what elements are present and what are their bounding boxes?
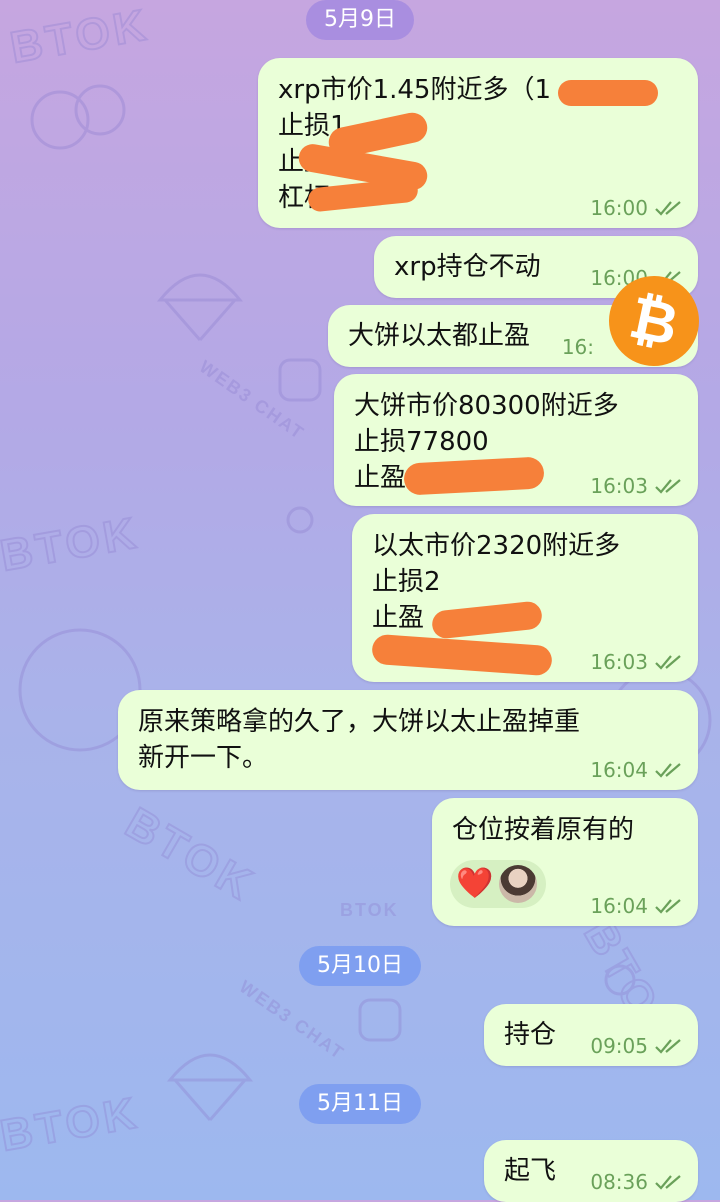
message-bubble[interactable]: 持仓 09:05 [484,1004,698,1066]
double-check-icon [655,655,681,670]
message-text-line: 仓位按着原有的 [452,815,635,845]
message-bubble[interactable]: 仓位按着原有的 ❤️ 16:04 [432,798,698,926]
date-separator: 5月11日 [299,1084,421,1124]
message-bubble[interactable]: 原来策略拿的久了，大饼以太止盈掉重 新开一下。 16:04 [118,690,698,790]
message-meta: 08:36 [590,1170,684,1194]
wallpaper-brand-small: BTOK [340,900,399,920]
redaction-scribble [371,633,553,677]
message-time: 16:03 [590,474,648,498]
wallpaper-tag-text: WEB3 CHAT [195,356,309,444]
message-text-line: 原来策略拿的久了，大饼以太止盈掉重 [138,707,581,737]
wallpaper-brand-text: BTOK [116,797,264,911]
message-meta: 16:03 [590,650,684,674]
wallpaper-brand-text: BTOK [0,507,144,582]
redaction-scribble [558,80,658,106]
message-text-line: 止损2 [372,567,441,597]
message-meta: 16: [562,335,594,359]
message-meta: 09:05 [590,1034,684,1058]
message-meta: 16:04 [590,758,684,782]
message-bubble[interactable]: xrp市价1.45附近多（1 止损1. 止盈 杠杆20 16:00 [258,58,698,228]
message-time: 16:03 [590,650,648,674]
avatar [499,865,538,903]
message-time: 16:04 [590,894,648,918]
double-check-icon [655,479,681,494]
wallpaper-tag-text: WEB3 CHAT [235,976,349,1064]
wallpaper-brand-text: BTOK [0,1087,144,1162]
message-meta: 16:04 [590,894,684,918]
double-check-icon [655,1039,681,1054]
double-check-icon [655,899,681,914]
date-separator: 5月9日 [306,0,414,40]
message-time: 08:36 [590,1170,648,1194]
message-bubble[interactable]: 大饼市价80300附近多 止损77800 止盈8 16:03 [334,374,698,506]
message-text-line: 止损77800 [354,427,489,457]
message-time: 16:04 [590,758,648,782]
reaction-chip[interactable]: ❤️ [450,860,546,908]
double-check-icon [655,201,681,216]
message-meta: 16:00 [590,196,684,220]
message-time: 16:00 [590,196,648,220]
message-text-line: 大饼市价80300附近多 [354,391,619,421]
message-bubble[interactable]: 以太市价2320附近多 止损2 止盈 16:03 [352,514,698,682]
wallpaper-brand-text: BTOK [6,0,154,74]
message-time: 09:05 [590,1034,648,1058]
heart-reaction-icon: ❤️ [456,866,494,901]
double-check-icon [655,1175,681,1190]
message-text-line: 以太市价2320附近多 [372,531,621,561]
date-separator: 5月10日 [299,946,421,986]
message-bubble[interactable]: 起飞 08:36 [484,1140,698,1202]
message-time: 16: [561,335,594,359]
double-check-icon [655,763,681,778]
message-meta: 16:03 [590,474,684,498]
